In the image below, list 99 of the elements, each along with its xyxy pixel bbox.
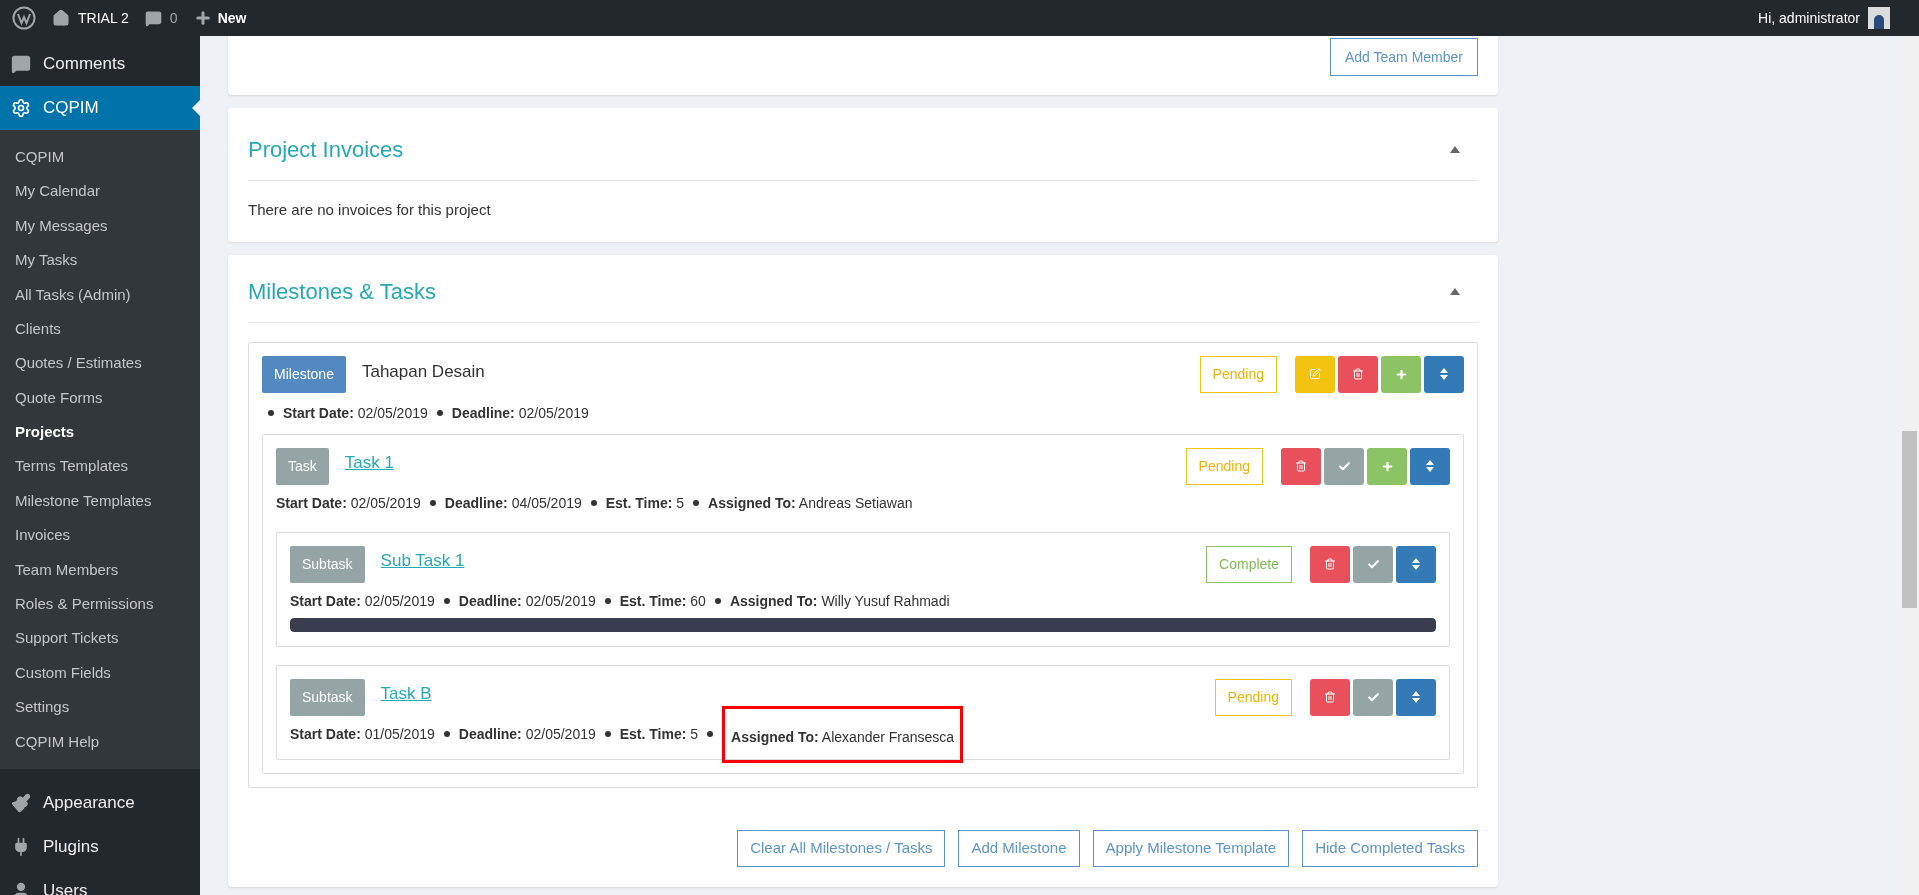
scrollbar-thumb[interactable]: [1902, 431, 1917, 608]
submenu-item[interactable]: All Tasks (Admin): [0, 277, 200, 312]
submenu-item[interactable]: Invoices: [0, 518, 200, 553]
meta-text: Start Date: 02/05/2019: [290, 591, 435, 611]
submenu-item[interactable]: My Calendar: [0, 174, 200, 209]
meta-text: Start Date: 01/05/2019: [290, 724, 435, 744]
submenu-item[interactable]: My Tasks: [0, 243, 200, 278]
sidebar-menu-item[interactable]: CQPIM: [0, 86, 200, 130]
plus-icon: [193, 9, 212, 27]
home-icon: [52, 9, 70, 27]
greeting-link[interactable]: Hi, administrator: [1758, 7, 1860, 29]
delete-button[interactable]: [1281, 447, 1321, 485]
milestone-badge: Milestone: [262, 355, 346, 393]
comment-count[interactable]: 0: [169, 7, 178, 29]
submenu-item[interactable]: Quote Forms: [0, 380, 200, 416]
sort-button[interactable]: [1410, 447, 1450, 485]
sort-icon: [1426, 460, 1434, 472]
delete-button[interactable]: [1310, 678, 1350, 716]
submenu-item[interactable]: Quotes / Estimates: [0, 346, 200, 381]
circle-logo-icon[interactable]: [12, 6, 36, 30]
bullet-icon: [604, 598, 611, 604]
complete-button[interactable]: [1324, 447, 1364, 485]
sort-icon: [1440, 368, 1448, 380]
sort-button[interactable]: [1396, 545, 1436, 583]
submenu-item[interactable]: Support Tickets: [0, 621, 200, 656]
trash-icon: [1352, 368, 1364, 380]
sort-icon: [1412, 691, 1420, 703]
card-title: Milestones & Tasks: [248, 277, 436, 306]
submenu-item[interactable]: My Messages: [0, 208, 200, 244]
sidebar-menu-item[interactable]: Plugins: [0, 825, 200, 870]
task-badge: Task: [276, 447, 329, 485]
milestone-title: Tahapan Desain: [361, 361, 485, 384]
complete-button[interactable]: [1353, 545, 1393, 583]
submenu-item[interactable]: Clients: [0, 311, 200, 347]
menu-pointer-icon: [192, 100, 200, 116]
meta-text: Start Date: 02/05/2019: [276, 493, 421, 513]
meta-text: Deadline: 02/05/2019: [458, 724, 596, 744]
meta-text: Deadline: 02/05/2019: [451, 403, 589, 423]
check-icon: [1337, 459, 1351, 473]
bullet-icon: [714, 598, 721, 604]
sort-button[interactable]: [1424, 355, 1464, 393]
submenu-item[interactable]: CQPIM: [0, 140, 200, 175]
edit-icon: [1309, 368, 1321, 380]
submenu-item[interactable]: Settings: [0, 690, 200, 725]
scrollbar[interactable]: [1900, 36, 1919, 895]
avatar-icon[interactable]: [1868, 7, 1890, 29]
site-name-link[interactable]: TRIAL 2: [78, 7, 129, 29]
meta-text: Assigned To: Willy Yusuf Rahmadi: [729, 591, 950, 611]
add-button[interactable]: [1367, 447, 1407, 485]
bullet-icon: [436, 410, 443, 416]
check-icon: [1366, 690, 1380, 704]
meta-text: Est. Time: 5: [605, 493, 685, 513]
bullet-icon: [590, 500, 597, 506]
meta-text: Deadline: 04/05/2019: [444, 493, 582, 513]
sort-icon: [1412, 558, 1420, 570]
delete-button[interactable]: [1310, 545, 1350, 583]
collapse-icon[interactable]: [1450, 287, 1460, 295]
new-link[interactable]: New: [217, 7, 247, 29]
submenu-item[interactable]: Roles & Permissions: [0, 587, 200, 622]
submenu-item[interactable]: Custom Fields: [0, 655, 200, 691]
submenu-item[interactable]: Milestone Templates: [0, 483, 200, 519]
card-title: Project Invoices: [248, 136, 404, 164]
meta-text: Start Date: 02/05/2019: [283, 403, 428, 423]
sidebar-menu-item[interactable]: Appearance: [0, 781, 200, 826]
collapse-icon[interactable]: [1450, 146, 1460, 153]
submenu-item[interactable]: Terms Templates: [0, 449, 200, 484]
meta-text: Assigned To: Andreas Setiawan: [708, 493, 913, 513]
bullet-icon: [429, 500, 436, 506]
submenu-item[interactable]: Team Members: [0, 552, 200, 588]
add-button[interactable]: [1381, 355, 1421, 393]
bullet-icon: [268, 410, 274, 416]
meta-text: Deadline: 02/05/2019: [458, 591, 596, 611]
sort-button[interactable]: [1396, 678, 1436, 716]
empty-message: There are no invoices for this project: [248, 200, 492, 220]
trash-icon: [1295, 460, 1307, 472]
bullet-icon: [693, 500, 700, 506]
bullet-icon: [443, 731, 450, 737]
bullet-icon: [443, 598, 450, 604]
speech-bubble-icon: [144, 9, 162, 27]
trash-icon: [1324, 691, 1336, 703]
task-badge: Subtask: [290, 678, 365, 716]
submenu-item[interactable]: Projects: [0, 415, 200, 450]
complete-button[interactable]: [1353, 678, 1393, 716]
meta-text: Est. Time: 60: [619, 591, 706, 611]
meta-text: Est. Time: 5: [619, 724, 699, 744]
settings-icon: [11, 98, 31, 118]
bullet-icon: [604, 731, 611, 737]
plus-icon: [1380, 459, 1394, 473]
trash-icon: [1324, 558, 1336, 570]
submenu-item[interactable]: CQPIM Help: [0, 724, 200, 760]
check-icon: [1366, 557, 1380, 571]
meta-text: Assigned To: Alexander Fransesca: [731, 727, 955, 747]
task-badge: Subtask: [290, 545, 365, 583]
delete-button[interactable]: [1338, 355, 1378, 393]
bullet-icon: [707, 731, 714, 737]
brush-icon: [11, 793, 31, 814]
sidebar-menu-item[interactable]: Comments: [0, 42, 200, 86]
plus-icon: [1394, 367, 1408, 381]
speech-bubble-icon: [11, 54, 31, 74]
